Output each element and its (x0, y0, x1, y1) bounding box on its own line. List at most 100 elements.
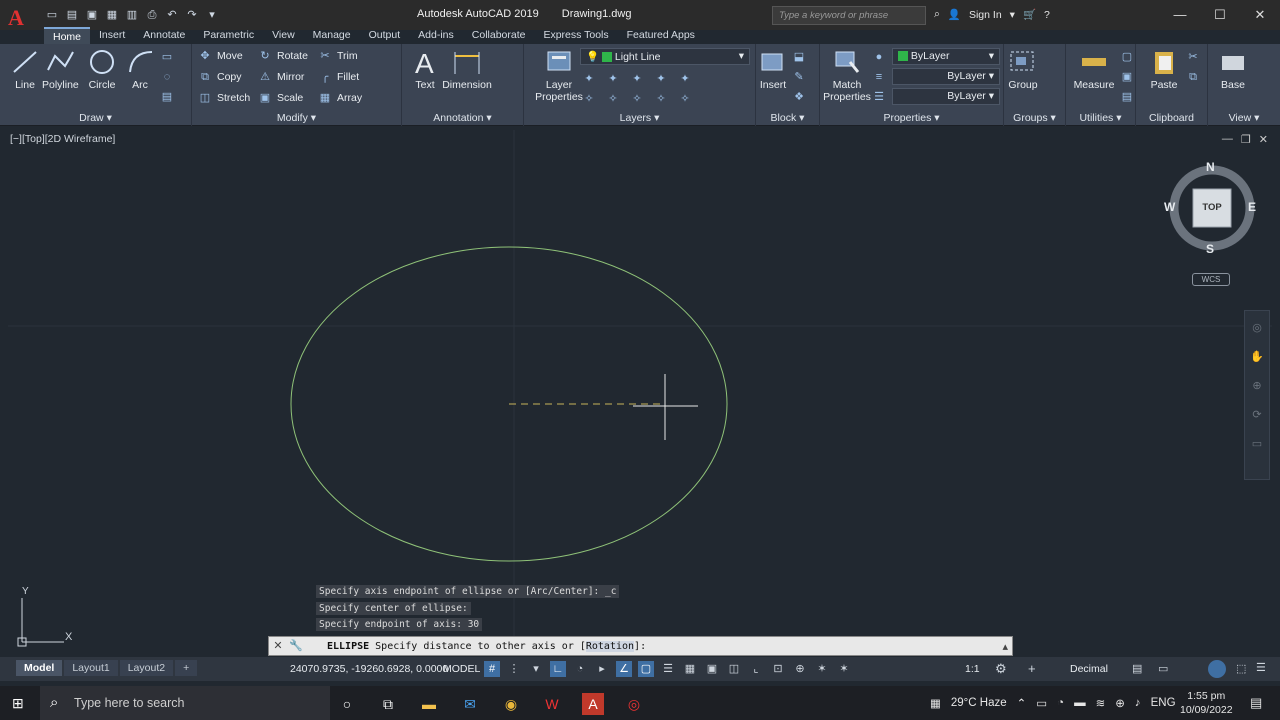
layer-lock-icon[interactable]: ✦ (654, 72, 668, 86)
tray-overflow-icon[interactable]: ⌃ (1017, 696, 1027, 710)
drawing-area[interactable] (8, 130, 1272, 656)
task-view-icon[interactable]: ⧉ (377, 693, 399, 715)
clock[interactable]: 1:55 pm 10/09/2022 (1180, 689, 1233, 717)
navigation-bar[interactable]: ◎ ✋ ⊕ ⟳ ▭ (1244, 310, 1270, 480)
match-properties-button[interactable]: Match Properties (822, 48, 872, 103)
rotation-option[interactable]: Rotation (585, 640, 635, 652)
arc-button[interactable]: Arc (126, 48, 154, 91)
layer-thaw-icon[interactable]: ✧ (630, 92, 644, 106)
notifications-icon[interactable]: ▤ (1250, 695, 1262, 711)
annotation-panel-label[interactable]: Annotation ▾ (402, 112, 523, 124)
volume-icon[interactable]: ♪ (1135, 697, 1141, 709)
array-button[interactable]: ▦ Array (318, 91, 362, 105)
polar-icon[interactable]: ◔ (572, 661, 588, 677)
language-icon[interactable]: ⊕ (1115, 696, 1125, 710)
move-button[interactable]: ✥ Move (198, 49, 242, 63)
file-explorer-icon[interactable]: ▬ (418, 693, 440, 715)
annotation-scale[interactable]: 1:1 (965, 663, 980, 675)
plot-icon[interactable]: ⎙ (144, 8, 160, 22)
object-snap-tracking-icon[interactable]: ∠ (616, 661, 632, 677)
insert-button[interactable]: Insert (758, 48, 788, 91)
cut-icon[interactable]: ✂ (1186, 50, 1200, 64)
layers-panel-label[interactable]: Layers ▾ (524, 112, 755, 124)
rectangle-icon[interactable]: ▭ (160, 50, 174, 64)
tab-add-ins[interactable]: Add-ins (409, 27, 463, 44)
mail-icon[interactable]: ✉ (459, 693, 481, 715)
chrome-icon[interactable]: ◉ (500, 693, 522, 715)
meet-now-icon[interactable]: ▭ (1036, 696, 1047, 710)
command-prompt[interactable]: ELLIPSE Specify distance to other axis or… (327, 640, 646, 652)
wps-office-icon[interactable]: W (541, 693, 563, 715)
customize-qat-icon[interactable]: ▾ (204, 8, 220, 22)
view-panel-label[interactable]: View ▾ (1208, 112, 1280, 124)
select-all-icon[interactable]: ▣ (1120, 70, 1134, 84)
add-layout-icon[interactable]: + (175, 660, 198, 676)
command-line[interactable]: ✕ 🔧 ELLIPSE Specify distance to other axi… (268, 636, 1013, 656)
windows-start-icon[interactable]: ⊞ (12, 695, 28, 711)
undo-icon[interactable]: ↶ (164, 8, 180, 22)
lineweight-dropdown[interactable]: ByLayer ▾ (892, 88, 1000, 105)
chevron-down-icon[interactable]: ▾ (1010, 9, 1015, 21)
open-icon[interactable]: ▤ (64, 8, 80, 22)
3d-osnap-icon[interactable]: ◫ (726, 661, 742, 677)
autocad-taskbar-icon[interactable]: A (582, 693, 604, 715)
save-as-icon[interactable]: ▦ (104, 8, 120, 22)
draw-panel-label[interactable]: Draw ▾ (0, 112, 191, 124)
tab-insert[interactable]: Insert (90, 27, 134, 44)
viewcube-top-face[interactable]: TOP (1193, 202, 1231, 213)
network-icon[interactable]: ◔ (1057, 697, 1064, 709)
edit-attribute-icon[interactable]: ❖ (792, 90, 806, 104)
viewcube[interactable]: TOP N S W E (1164, 160, 1258, 260)
minimize-button[interactable]: — (1160, 0, 1200, 30)
snap-icon[interactable]: ⋮ (506, 661, 522, 677)
autocad-logo-icon[interactable]: A (8, 5, 38, 31)
linetype-icon[interactable]: ≡ (872, 70, 886, 84)
close-button[interactable]: ✕ (1240, 0, 1280, 30)
customize-wrench-icon[interactable]: 🔧 (287, 637, 305, 655)
scale-button[interactable]: ▣ Scale (258, 91, 303, 105)
full-navigation-wheel-icon[interactable]: ◎ (1245, 321, 1269, 334)
binoculars-icon[interactable]: ⌕ (934, 8, 940, 21)
fillet-button[interactable]: ╭ Fillet (318, 70, 359, 84)
redo-icon[interactable]: ↷ (184, 8, 200, 22)
help-icon[interactable]: ? (1044, 9, 1050, 21)
tab-layout1[interactable]: Layout1 (64, 660, 118, 676)
trim-button[interactable]: ✂ Trim (318, 49, 357, 63)
drawing-canvas[interactable] (8, 130, 1272, 656)
showmotion-icon[interactable]: ▭ (1245, 437, 1269, 450)
battery-icon[interactable]: ▬ (1074, 697, 1086, 709)
coordinate-readout[interactable]: 24070.9735, -19260.6928, 0.0000 (290, 663, 448, 675)
color-dropdown[interactable]: ByLayer ▾ (892, 48, 1000, 65)
selection-cycling-icon[interactable]: ▣ (704, 661, 720, 677)
text-button[interactable]: A Text (410, 48, 440, 91)
layer-on-icon[interactable]: ✧ (582, 92, 596, 106)
isolate-objects-icon[interactable]: ▭ (1158, 662, 1168, 675)
circle-button[interactable]: Circle (86, 48, 118, 91)
base-button[interactable]: Base (1216, 48, 1250, 91)
tab-annotate[interactable]: Annotate (134, 27, 194, 44)
cart-icon[interactable]: 🛒 (1023, 8, 1036, 21)
input-language[interactable]: ENG (1151, 697, 1176, 709)
block-panel-label[interactable]: Block ▾ (756, 112, 819, 124)
compass-east[interactable]: E (1248, 200, 1256, 214)
viewport-close-icon[interactable]: ✕ (1259, 133, 1268, 146)
save-icon[interactable]: ▣ (84, 8, 100, 22)
tab-collaborate[interactable]: Collaborate (463, 27, 535, 44)
cortana-icon[interactable]: ○ (336, 693, 358, 715)
autoscale-icon[interactable]: ✶ (836, 661, 852, 677)
annotation-visibility-icon[interactable]: ✶ (814, 661, 830, 677)
share-icon[interactable]: ▥ (124, 8, 140, 22)
units-dropdown[interactable]: Decimal (1070, 663, 1108, 675)
weather-text[interactable]: 29°C Haze (951, 697, 1007, 709)
compass-west[interactable]: W (1164, 200, 1175, 214)
linetype-dropdown[interactable]: ByLayer ▾ (892, 68, 1000, 85)
tab-manage[interactable]: Manage (304, 27, 360, 44)
viewport-minimize-icon[interactable]: — (1222, 133, 1233, 146)
zoom-extents-icon[interactable]: ⊕ (1245, 379, 1269, 392)
object-snap-icon[interactable]: ▢ (638, 661, 654, 677)
isodraft-icon[interactable]: ▸ (594, 661, 610, 677)
wifi-icon[interactable]: ≋ (1096, 696, 1106, 710)
rotate-button[interactable]: ↻ Rotate (258, 49, 308, 63)
polyline-button[interactable]: Polyline (42, 48, 79, 91)
compass-north[interactable]: N (1206, 160, 1215, 174)
